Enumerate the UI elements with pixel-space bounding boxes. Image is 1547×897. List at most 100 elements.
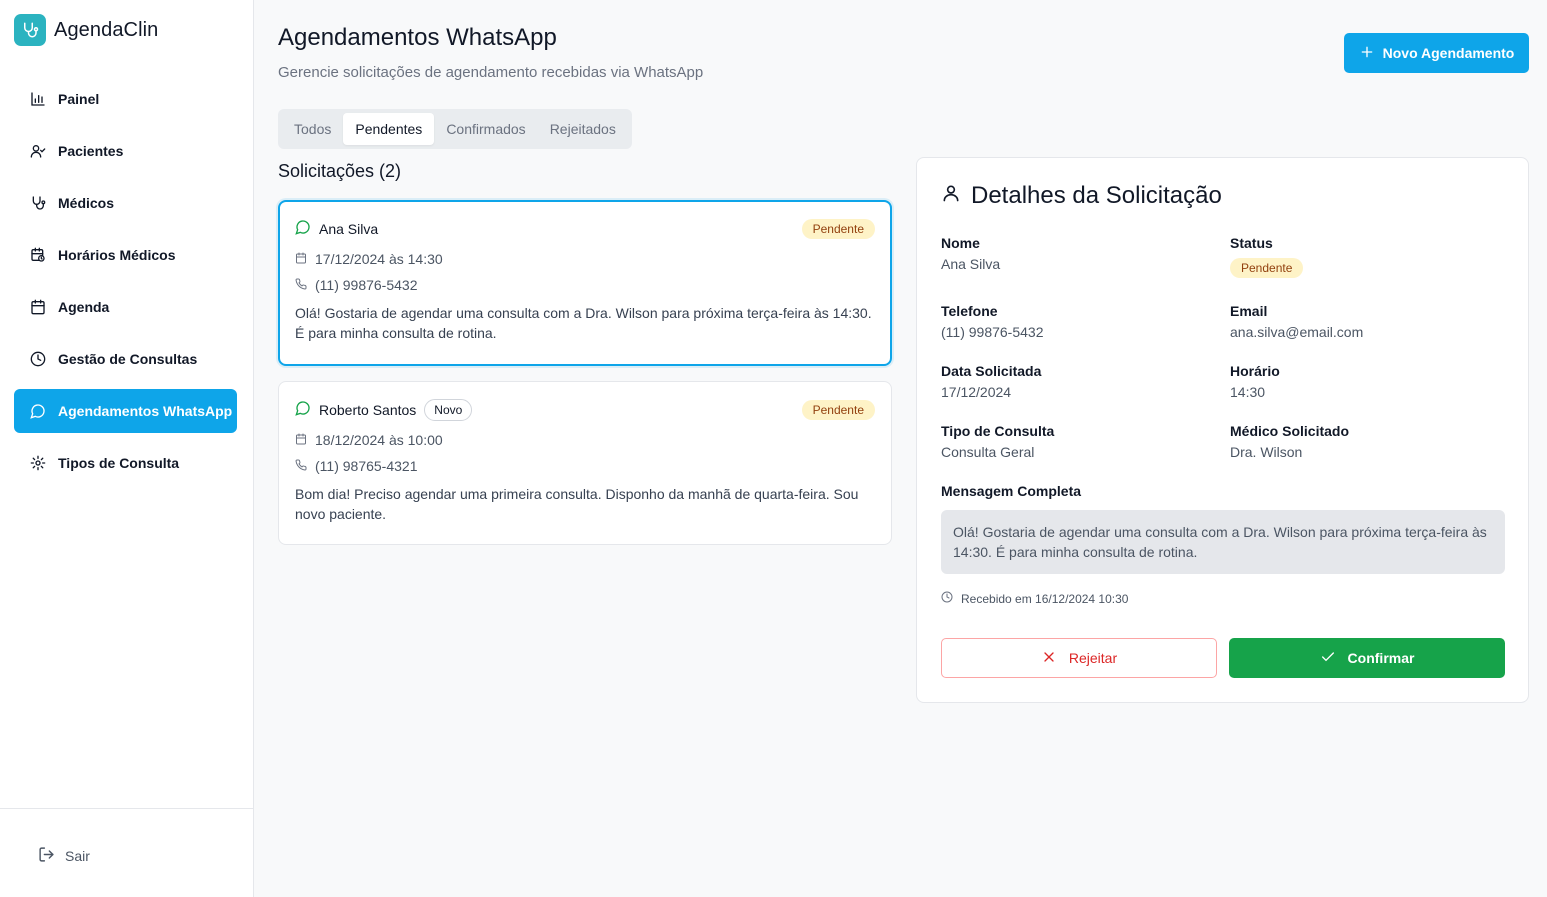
calendar-icon: [30, 299, 46, 315]
logout-button[interactable]: Sair: [38, 846, 90, 866]
field-label: Status: [1230, 235, 1273, 251]
bar-chart-icon: [30, 91, 46, 107]
received-text: Recebido em 16/12/2024 10:30: [961, 591, 1129, 606]
check-icon: [1320, 649, 1336, 668]
field-data-solicitada: Data Solicitada 17/12/2024: [941, 363, 1041, 400]
request-card[interactable]: Roberto Santos Novo Pendente 18/12/2024 …: [278, 381, 892, 545]
status-badge: Pendente: [801, 219, 875, 239]
confirm-button[interactable]: Confirmar: [1229, 638, 1505, 678]
details-title: Detalhes da Solicitação: [971, 182, 1222, 209]
tab-pendentes[interactable]: Pendentes: [343, 113, 435, 145]
sidebar-item-tipos-consulta[interactable]: Tipos de Consulta: [14, 441, 237, 485]
sidebar-item-label: Agenda: [58, 299, 110, 315]
x-icon: [1041, 649, 1057, 668]
tab-rejeitados[interactable]: Rejeitados: [538, 113, 628, 145]
request-phone: (11) 98765-4321: [315, 458, 418, 474]
phone-icon: [295, 458, 307, 474]
sidebar-item-label: Tipos de Consulta: [58, 455, 180, 471]
sidebar-item-label: Horários Médicos: [58, 247, 176, 263]
user-icon: [941, 182, 961, 210]
confirm-label: Confirmar: [1347, 650, 1415, 666]
sidebar-item-label: Gestão de Consultas: [58, 351, 198, 367]
brand[interactable]: AgendaClin: [14, 14, 158, 46]
full-message-box: Olá! Gostaria de agendar uma consulta co…: [941, 510, 1505, 574]
request-name: Roberto Santos: [319, 402, 417, 418]
message-circle-icon: [30, 403, 46, 419]
field-value: Ana Silva: [941, 256, 1001, 272]
field-label: Horário: [1230, 363, 1280, 379]
gear-icon: [30, 455, 46, 471]
field-label: Mensagem Completa: [941, 483, 1082, 499]
phone-icon: [295, 277, 307, 293]
sidebar-item-agendamentos-whatsapp[interactable]: Agendamentos WhatsApp: [14, 389, 237, 433]
new-appointment-label: Novo Agendamento: [1382, 45, 1515, 61]
sidebar-item-label: Agendamentos WhatsApp: [58, 403, 233, 419]
status-badge: Pendente: [801, 400, 875, 420]
calendar-icon: [295, 432, 307, 448]
field-nome: Nome Ana Silva: [941, 235, 1000, 272]
whatsapp-message-icon: [295, 219, 311, 240]
logout-label: Sair: [65, 848, 90, 864]
request-card[interactable]: Ana Silva Pendente 17/12/2024 às 14:30 (…: [278, 200, 892, 366]
page-subtitle: Gerencie solicitações de agendamento rec…: [278, 64, 704, 81]
field-label: Telefone: [941, 303, 998, 319]
whatsapp-message-icon: [295, 400, 311, 421]
sidebar-nav: Painel Pacientes Médicos Horários Médico…: [14, 77, 237, 493]
field-value: (11) 99876-5432: [941, 324, 1044, 340]
tab-todos[interactable]: Todos: [282, 113, 343, 145]
app-name: AgendaClin: [54, 18, 159, 41]
sidebar-item-pacientes[interactable]: Pacientes: [14, 129, 237, 173]
field-medico-solicitado: Médico Solicitado Dra. Wilson: [1230, 423, 1349, 460]
field-status: Status Pendente: [1230, 235, 1304, 278]
sidebar-item-gestao-consultas[interactable]: Gestão de Consultas: [14, 337, 237, 381]
status-tabs: Todos Pendentes Confirmados Rejeitados: [278, 109, 632, 149]
request-datetime: 17/12/2024 às 14:30: [315, 251, 443, 267]
page-title: Agendamentos WhatsApp: [278, 24, 557, 51]
request-message: Bom dia! Preciso agendar uma primeira co…: [295, 486, 859, 522]
user-check-icon: [30, 143, 46, 159]
field-value: Dra. Wilson: [1230, 444, 1303, 460]
field-label: Médico Solicitado: [1230, 423, 1350, 439]
field-value: 14:30: [1230, 384, 1266, 400]
sidebar-item-label: Médicos: [58, 195, 115, 211]
field-value: ana.silva@email.com: [1230, 324, 1364, 340]
sidebar-item-medicos[interactable]: Médicos: [14, 181, 237, 225]
calendar-clock-icon: [30, 247, 46, 263]
field-value: Consulta Geral: [941, 444, 1035, 460]
request-datetime: 18/12/2024 às 10:00: [315, 432, 443, 448]
request-name: Ana Silva: [319, 221, 379, 237]
request-message: Olá! Gostaria de agendar uma consulta co…: [295, 305, 872, 341]
field-horario: Horário 14:30: [1230, 363, 1280, 400]
clock-icon: [30, 351, 46, 367]
field-label: Email: [1230, 303, 1268, 319]
plus-icon: [1359, 44, 1375, 63]
tab-confirmados[interactable]: Confirmados: [434, 113, 537, 145]
field-tipo-consulta: Tipo de Consulta Consulta Geral: [941, 423, 1054, 460]
field-label: Tipo de Consulta: [941, 423, 1055, 439]
sidebar-divider: [0, 808, 253, 809]
sidebar-item-label: Painel: [58, 91, 100, 107]
reject-button[interactable]: Rejeitar: [941, 638, 1217, 678]
calendar-icon: [295, 251, 307, 267]
requests-title: Solicitações (2): [278, 161, 402, 181]
field-value: 17/12/2024: [941, 384, 1012, 400]
log-out-icon: [38, 846, 55, 866]
sidebar-item-agenda[interactable]: Agenda: [14, 285, 237, 329]
field-telefone: Telefone (11) 99876-5432: [941, 303, 1043, 340]
clock-icon: [941, 591, 953, 606]
request-phone: (11) 99876-5432: [315, 277, 418, 293]
new-appointment-button[interactable]: Novo Agendamento: [1344, 33, 1529, 73]
reject-label: Rejeitar: [1068, 650, 1118, 666]
status-badge: Pendente: [1230, 258, 1304, 278]
field-label: Nome: [941, 235, 980, 251]
field-label: Data Solicitada: [941, 363, 1042, 379]
new-badge: Novo: [424, 399, 473, 421]
sidebar: AgendaClin Painel Pacientes Médicos Horá…: [0, 0, 254, 897]
request-details-panel: Detalhes da Solicitação Nome Ana Silva S…: [916, 157, 1529, 703]
sidebar-item-horarios-medicos[interactable]: Horários Médicos: [14, 233, 237, 277]
field-mensagem-completa: Mensagem Completa: [941, 483, 1081, 499]
stethoscope-icon: [30, 195, 46, 211]
sidebar-item-painel[interactable]: Painel: [14, 77, 237, 121]
sidebar-item-label: Pacientes: [58, 143, 124, 159]
received-timestamp: Recebido em 16/12/2024 10:30: [941, 591, 1128, 606]
